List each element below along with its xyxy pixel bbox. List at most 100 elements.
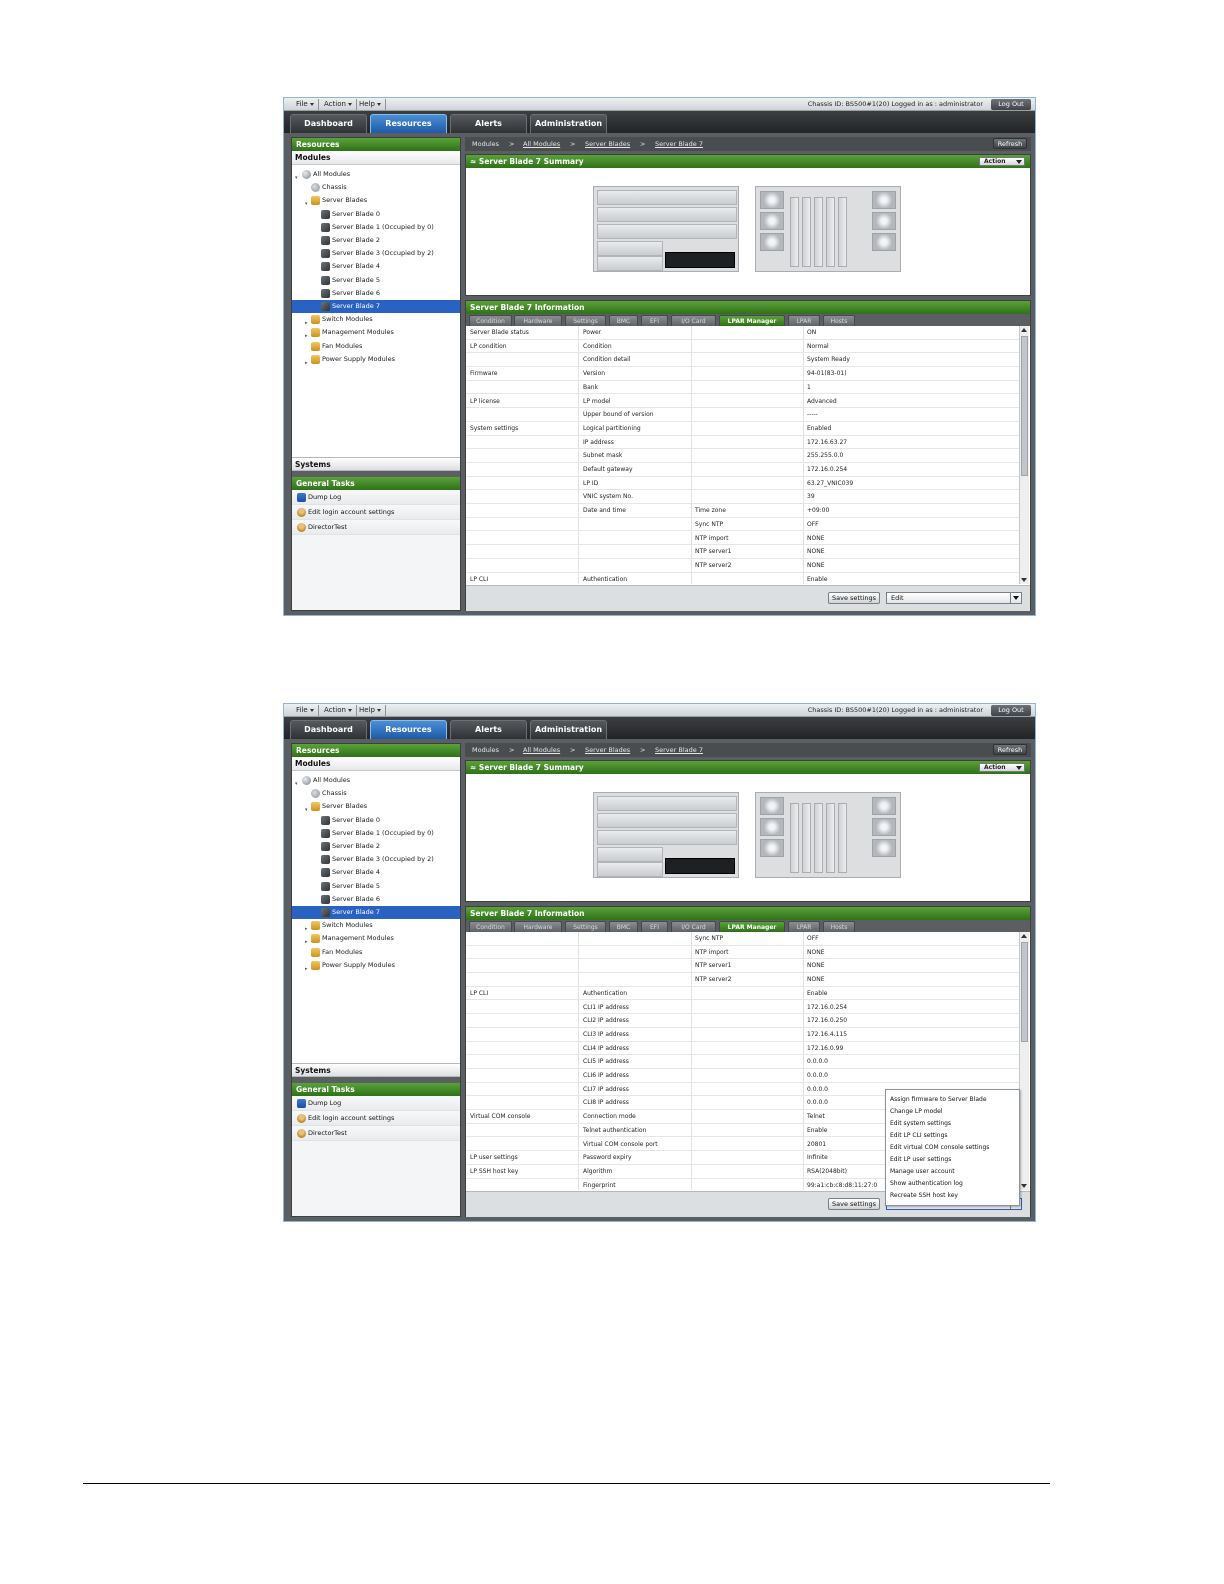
info-tab[interactable]: Hardware bbox=[514, 921, 562, 932]
scroll-up-icon[interactable] bbox=[1021, 328, 1027, 332]
tree-item[interactable]: Server Blade 2 bbox=[292, 840, 460, 853]
info-tab[interactable]: Settings bbox=[565, 315, 606, 326]
edit-dropdown[interactable]: Edit bbox=[886, 592, 1022, 604]
menu-action[interactable]: Action bbox=[320, 99, 357, 110]
tree-item[interactable]: ▸ Power Supply Modules bbox=[292, 959, 460, 972]
tree-item[interactable]: Chassis bbox=[292, 181, 460, 194]
tree-item[interactable]: ▸ Switch Modules bbox=[292, 919, 460, 932]
chassis-front-image[interactable] bbox=[593, 792, 739, 878]
edit-menu-item[interactable]: Edit LP CLI settings bbox=[890, 1130, 948, 1142]
tree-item[interactable]: Server Blade 0 bbox=[292, 208, 460, 221]
tree-item[interactable]: Server Blade 7 bbox=[292, 300, 460, 313]
menu-file[interactable]: File bbox=[292, 705, 319, 716]
collapse-icon[interactable]: ≈ bbox=[470, 157, 476, 166]
systems-title[interactable]: Systems bbox=[292, 457, 460, 471]
tree-item[interactable]: Server Blade 6 bbox=[292, 893, 460, 906]
breadcrumb-server-blades[interactable]: Server Blades bbox=[585, 743, 630, 757]
tree-item[interactable]: Server Blade 5 bbox=[292, 274, 460, 287]
refresh-button[interactable]: Refresh bbox=[993, 744, 1027, 755]
tree-item[interactable]: Server Blade 1 (Occupied by 0) bbox=[292, 827, 460, 840]
grid-scrollbar[interactable] bbox=[1019, 326, 1029, 584]
task-director-test[interactable]: DirectorTest bbox=[292, 520, 460, 535]
edit-menu-item[interactable]: Recreate SSH host key bbox=[890, 1190, 958, 1202]
info-tab[interactable]: I/O Card bbox=[671, 315, 716, 326]
info-tab[interactable]: EFI bbox=[641, 315, 668, 326]
chassis-rear-image[interactable] bbox=[755, 186, 901, 272]
systems-title[interactable]: Systems bbox=[292, 1063, 460, 1077]
tree-item[interactable]: Server Blade 1 (Occupied by 0) bbox=[292, 221, 460, 234]
scroll-thumb[interactable] bbox=[1021, 942, 1028, 1042]
tree-item[interactable]: Server Blade 5 bbox=[292, 880, 460, 893]
edit-menu-item[interactable]: Edit LP user settings bbox=[890, 1154, 951, 1166]
info-tab[interactable]: LPAR Manager bbox=[719, 315, 785, 326]
tab-alerts[interactable]: Alerts bbox=[450, 114, 527, 133]
edit-menu-item[interactable]: Show authentication log bbox=[890, 1178, 963, 1190]
tree-item[interactable]: Server Blade 0 bbox=[292, 814, 460, 827]
chassis-rear-image[interactable] bbox=[755, 792, 901, 878]
save-settings-button[interactable]: Save settings bbox=[828, 592, 880, 604]
tree-item[interactable]: Chassis bbox=[292, 787, 460, 800]
task-edit-login[interactable]: Edit login account settings bbox=[292, 1111, 460, 1126]
task-dump-log[interactable]: Dump Log bbox=[292, 1096, 460, 1111]
info-tab[interactable]: Hardware bbox=[514, 315, 562, 326]
refresh-button[interactable]: Refresh bbox=[993, 138, 1027, 149]
collapse-icon[interactable]: ≈ bbox=[470, 763, 476, 772]
info-tab[interactable]: Hosts bbox=[823, 315, 855, 326]
tab-dashboard[interactable]: Dashboard bbox=[290, 114, 367, 133]
info-tab[interactable]: EFI bbox=[641, 921, 668, 932]
tree-item[interactable]: Server Blade 3 (Occupied by 2) bbox=[292, 247, 460, 260]
info-tab[interactable]: Settings bbox=[565, 921, 606, 932]
scroll-thumb[interactable] bbox=[1021, 336, 1028, 476]
breadcrumb-server-blade-7[interactable]: Server Blade 7 bbox=[655, 743, 703, 757]
tree-item[interactable]: ▾ Server Blades bbox=[292, 800, 460, 813]
tree-item[interactable]: ▸ Switch Modules bbox=[292, 313, 460, 326]
info-tab[interactable]: BMC bbox=[609, 315, 638, 326]
tree-item[interactable]: ▾ Server Blades bbox=[292, 194, 460, 207]
tree-item[interactable]: ▾ All Modules bbox=[292, 774, 460, 787]
tree-item[interactable]: ▸ Power Supply Modules bbox=[292, 353, 460, 366]
tree-item[interactable]: ▸ Management Modules bbox=[292, 932, 460, 945]
logout-button[interactable]: Log Out bbox=[991, 705, 1031, 716]
summary-header[interactable]: ≈ Server Blade 7 Summary Action bbox=[466, 155, 1030, 168]
menu-action[interactable]: Action bbox=[320, 705, 357, 716]
edit-menu-item[interactable]: Assign firmware to Server Blade bbox=[890, 1094, 987, 1106]
edit-menu-item[interactable]: Change LP model bbox=[890, 1106, 942, 1118]
tree-item[interactable]: Server Blade 7 bbox=[292, 906, 460, 919]
breadcrumb-server-blade-7[interactable]: Server Blade 7 bbox=[655, 137, 703, 151]
grid-scrollbar[interactable] bbox=[1019, 932, 1029, 1190]
scroll-up-icon[interactable] bbox=[1021, 934, 1027, 938]
tab-resources[interactable]: Resources bbox=[370, 720, 447, 739]
tree-item[interactable]: Server Blade 3 (Occupied by 2) bbox=[292, 853, 460, 866]
info-tab[interactable]: LPAR Manager bbox=[719, 921, 785, 932]
tab-administration[interactable]: Administration bbox=[530, 720, 607, 739]
scroll-down-icon[interactable] bbox=[1021, 1184, 1027, 1188]
tree-item[interactable]: Server Blade 6 bbox=[292, 287, 460, 300]
tab-dashboard[interactable]: Dashboard bbox=[290, 720, 367, 739]
action-dropdown[interactable]: Action bbox=[979, 763, 1025, 772]
tree-item[interactable]: Server Blade 2 bbox=[292, 234, 460, 247]
tree-item[interactable]: ▾ All Modules bbox=[292, 168, 460, 181]
info-tab[interactable]: BMC bbox=[609, 921, 638, 932]
info-tab[interactable]: LPAR bbox=[788, 921, 820, 932]
chassis-front-image[interactable] bbox=[593, 186, 739, 272]
summary-header[interactable]: ≈ Server Blade 7 Summary Action bbox=[466, 761, 1030, 774]
edit-menu-item[interactable]: Manage user account bbox=[890, 1166, 955, 1178]
info-tab[interactable]: Condition bbox=[469, 921, 512, 932]
info-tab[interactable]: I/O Card bbox=[671, 921, 716, 932]
tree-item[interactable]: Server Blade 4 bbox=[292, 260, 460, 273]
tree-item[interactable]: Fan Modules bbox=[292, 340, 460, 353]
tree-item[interactable]: ▸ Management Modules bbox=[292, 326, 460, 339]
task-dump-log[interactable]: Dump Log bbox=[292, 490, 460, 505]
edit-menu-item[interactable]: Edit system settings bbox=[890, 1118, 951, 1130]
breadcrumb-all-modules[interactable]: All Modules bbox=[523, 137, 560, 151]
menu-file[interactable]: File bbox=[292, 99, 319, 110]
breadcrumb-all-modules[interactable]: All Modules bbox=[523, 743, 560, 757]
logout-button[interactable]: Log Out bbox=[991, 99, 1031, 110]
tree-item[interactable]: Server Blade 4 bbox=[292, 866, 460, 879]
tab-alerts[interactable]: Alerts bbox=[450, 720, 527, 739]
menu-help[interactable]: Help bbox=[355, 99, 386, 110]
tab-administration[interactable]: Administration bbox=[530, 114, 607, 133]
save-settings-button[interactable]: Save settings bbox=[828, 1198, 880, 1210]
task-director-test[interactable]: DirectorTest bbox=[292, 1126, 460, 1141]
edit-menu-item[interactable]: Edit virtual COM console settings bbox=[890, 1142, 989, 1154]
